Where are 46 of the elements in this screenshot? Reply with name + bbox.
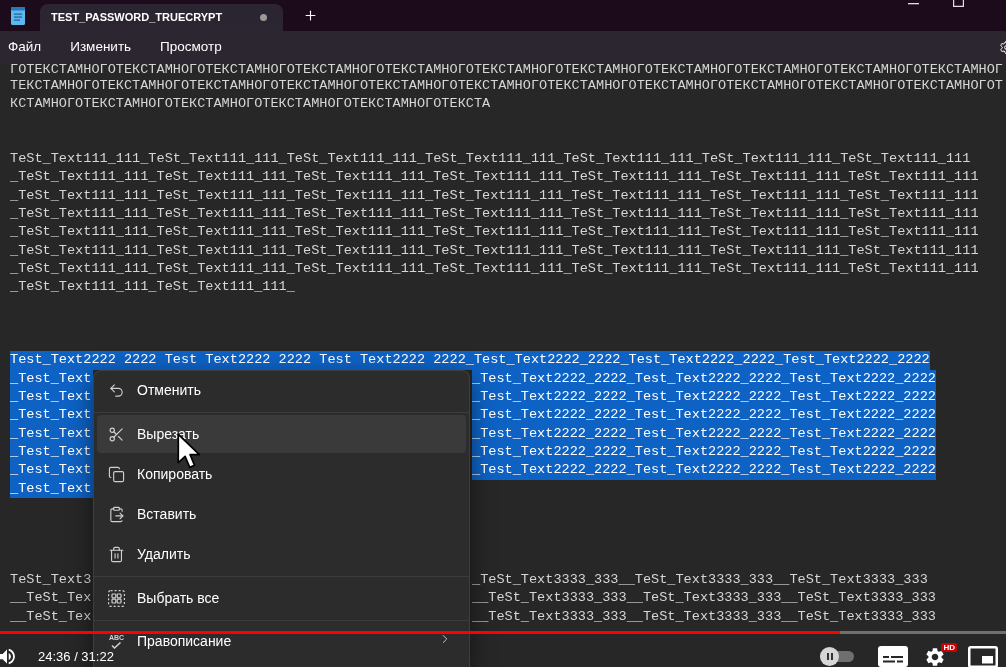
minimize-icon[interactable] (908, 0, 919, 5)
context-menu-item[interactable]: Удалить (97, 535, 466, 573)
text-line: _TeSt_Text111_111_TeSt_Text111_111_TeSt_Text111_111_TeSt_Text111_111_TeSt_Text111_111_TeSt_Text111_111_TeSt_Text111_111 (10, 241, 979, 260)
text-line: _TeSt_Text111_111_TeSt_Text111_111_TeSt_Text111_111_TeSt_Text111_111_TeSt_Text111_111_TeSt_Text111_111_TeSt_Text111_111 (10, 168, 979, 187)
progress-track[interactable] (0, 631, 1006, 634)
undo-icon (108, 381, 125, 399)
plus-icon (302, 8, 318, 23)
text-line: TeSt_Text111_111_TeSt_Text111_111_TeSt_Text111_111_TeSt_Text111_111_TeSt_Text111_111_TeSt_Text111_111_TeSt_Text111_111 (10, 150, 971, 169)
notepad-icon (11, 6, 25, 25)
text-line: _TeSt_Text111_111_TeSt_Text111_111_TeSt_Text111_111_TeSt_Text111_111_TeSt_Text111_111_TeSt_Text111_111_TeSt_Text111_111 (10, 259, 979, 278)
scissors-icon (108, 425, 125, 443)
text-line: КСТАМНОГОТЕКСТАМНОГОТЕКСТАМНОГОТЕКСТАМНОГОТЕКСТАМНОГОТЕКСТА (10, 95, 491, 114)
context-menu-item[interactable]: Выбрать все (97, 579, 466, 617)
menu-bar-item[interactable]: Изменить (70, 38, 132, 56)
context-menu-item[interactable]: Вырезать (97, 415, 466, 453)
text-line: _TeSt_Text111_111_TeSt_Text111_111_TeSt_Text111_111_TeSt_Text111_111_TeSt_Text111_111_TeSt_Text111_111_TeSt_Text111_111 (10, 205, 979, 224)
autoplay-toggle[interactable] (820, 647, 854, 666)
copy-icon (108, 465, 125, 483)
text-line: ГОТЕКСТАМНОГОТЕКСТАМНОГОТЕКСТАМНОГОТЕКСТАМНОГОТЕКСТАМНОГОТЕКСТАМНОГОТЕКСТАМНОГОТЕКСТАМНОГОТЕКСТАМНОГОТЕКСТАМНОГОТЕКСТАМНОГ (10, 63, 1003, 77)
context-menu-item[interactable]: Копировать (97, 455, 466, 493)
text-line: _TeSt_Text111_111_TeSt_Text111_111_TeSt_Text111_111_TeSt_Text111_111_TeSt_Text111_111_TeSt_Text111_111_TeSt_Text111_111 (10, 223, 979, 242)
volume-icon[interactable] (0, 646, 18, 667)
context-menu-item[interactable]: Отменить (97, 371, 466, 409)
document-tab[interactable]: TEST_PASSWORD_TRUECRYPT (40, 4, 283, 31)
text-line: _TeSt_Text3333_333__TeSt_Text3333_333__TeSt_Text3333_333 (472, 571, 928, 589)
text-line: __TeSt_Text3333_333__TeSt_Text3333_333__TeSt_Text3333_333 (472, 589, 936, 608)
settings-icon[interactable] (999, 39, 1006, 55)
menu-bar-item[interactable]: Файл (8, 38, 42, 56)
text-line: __TeSt_Tex (10, 589, 93, 608)
context-menu-item[interactable]: Вставить (97, 495, 466, 533)
text-line: _TeSt_Text111_111_TeSt_Text111_111_ (10, 278, 295, 297)
miniplayer-icon[interactable] (968, 645, 998, 667)
settings-icon[interactable] (924, 645, 946, 667)
text-line: __TeSt_Text3333_333__TeSt_Text3333_333__TeSt_Text3333_333 (472, 607, 936, 626)
text-line: TeSt_Text3 (10, 571, 93, 589)
subtitles-icon[interactable] (878, 646, 908, 667)
select-all-icon (108, 589, 125, 607)
maximize-icon[interactable] (953, 0, 964, 7)
hd-badge: HD (941, 642, 957, 652)
time-display: 24:36 / 31:22 (38, 650, 114, 663)
menu-bar-item[interactable]: Просмотр (160, 38, 222, 56)
trash-icon (108, 545, 125, 563)
text-line: _TeSt_Text111_111_TeSt_Text111_111_TeSt_Text111_111_TeSt_Text111_111_TeSt_Text111_111_TeSt_Text111_111_TeSt_Text111_111 (10, 186, 979, 205)
text-line: ТЕКСТАМНОГОТЕКСТАМНОГОТЕКСТАМНОГОТЕКСТАМНОГОТЕКСТАМНОГОТЕКСТАМНОГОТЕКСТАМНОГОТЕКСТАМНОГОТЕКСТАМНОГОТЕКСТАМНОГОТЕКСТАМНОГОТ (10, 77, 1003, 95)
clipboard-icon (108, 505, 125, 523)
text-line: __TeSt_Tex (10, 607, 93, 626)
